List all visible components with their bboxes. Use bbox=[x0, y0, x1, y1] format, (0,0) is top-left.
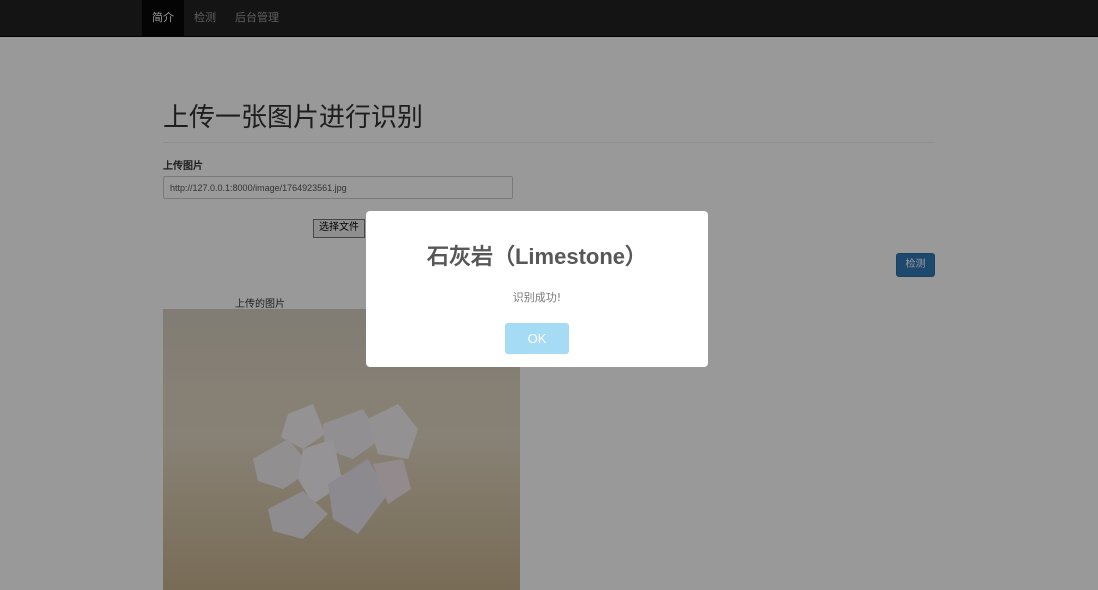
dialog-title: 石灰岩（Limestone） bbox=[426, 244, 648, 269]
ok-button[interactable]: OK bbox=[505, 323, 569, 354]
result-dialog: 石灰岩（Limestone） 识别成功! OK bbox=[366, 211, 708, 367]
dialog-message: 识别成功! bbox=[512, 291, 562, 304]
